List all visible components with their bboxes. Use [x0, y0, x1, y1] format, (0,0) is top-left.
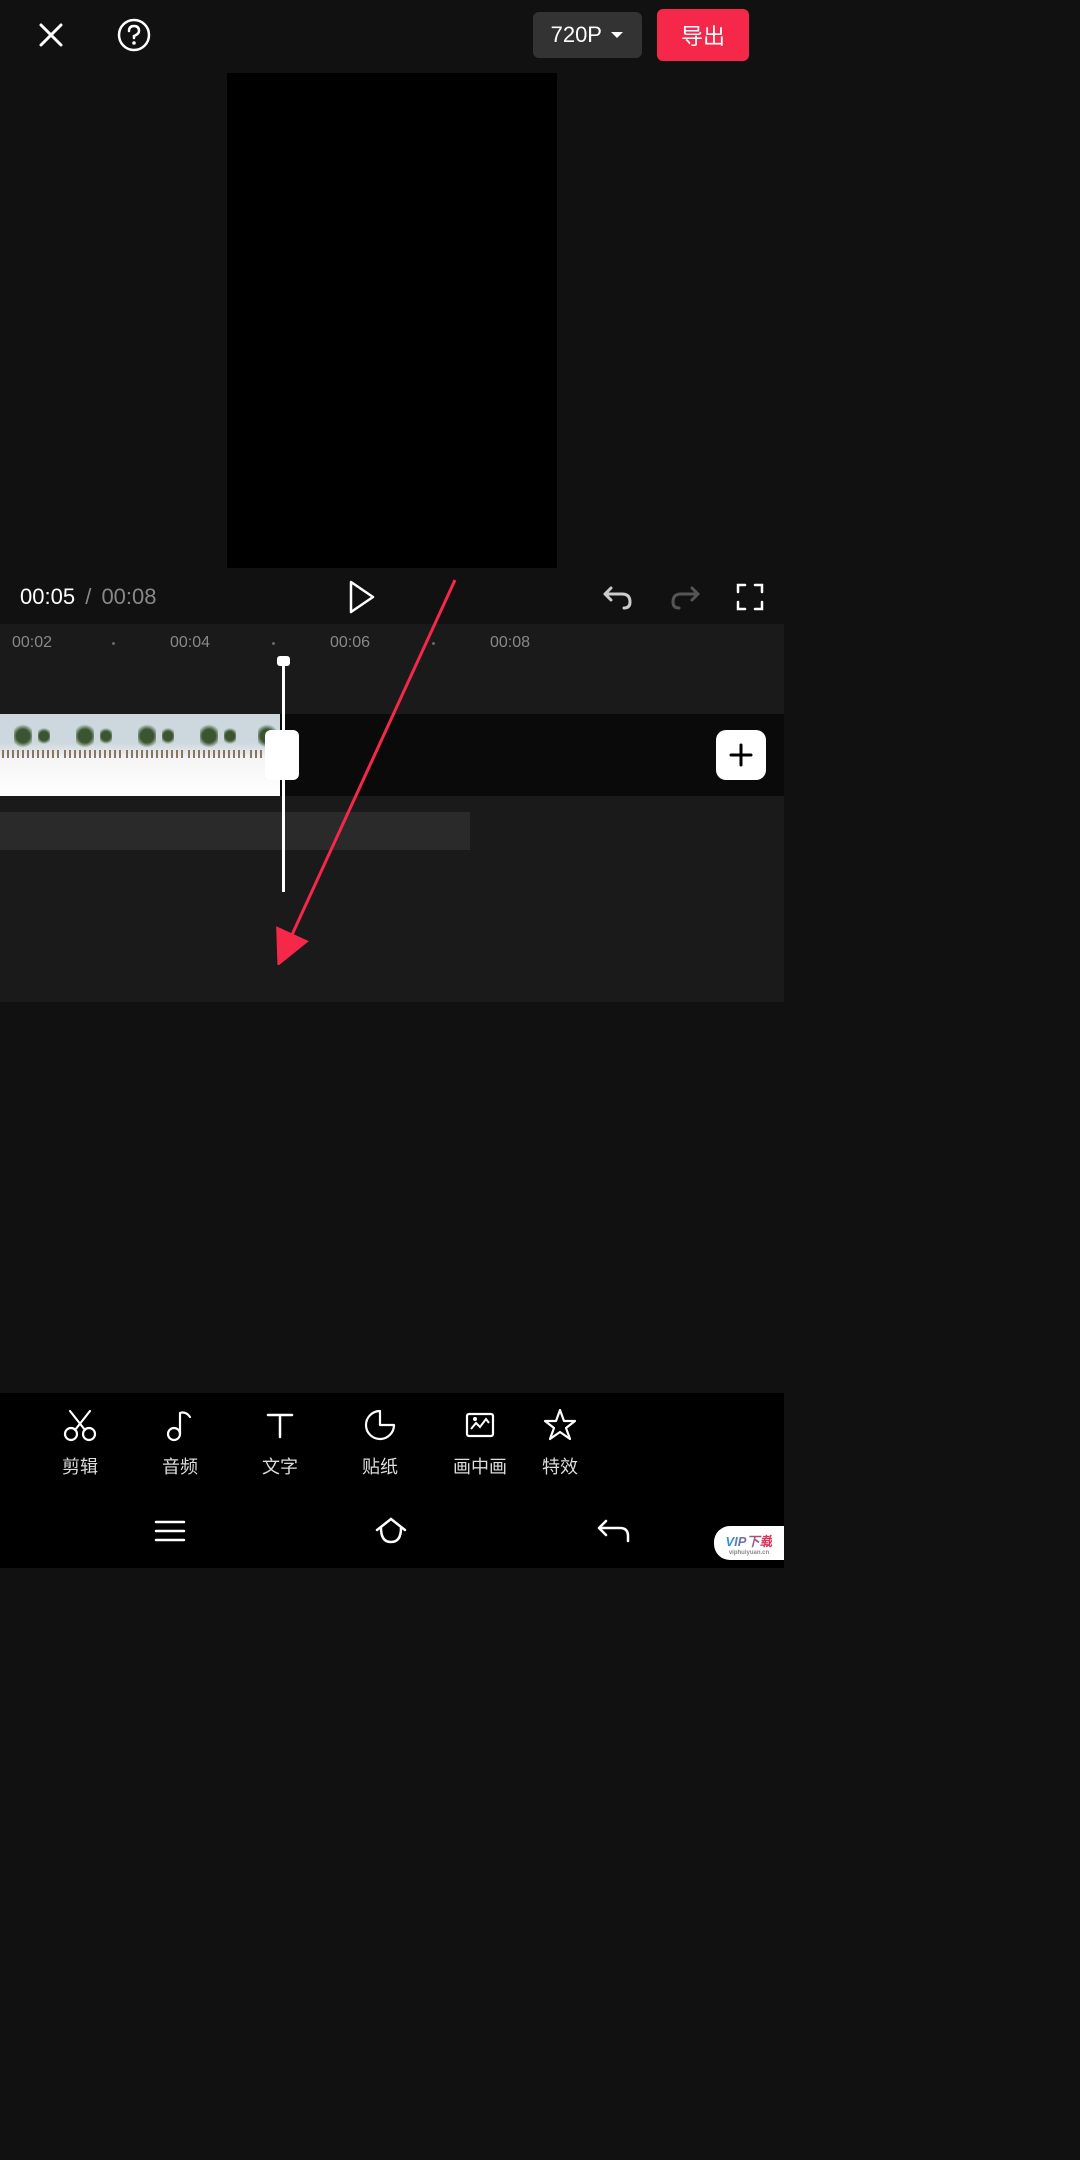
close-icon	[35, 19, 67, 51]
ruler-dot	[272, 642, 275, 645]
star-icon	[542, 1407, 578, 1443]
tool-label: 画中画	[453, 1453, 507, 1479]
nav-menu-button[interactable]	[154, 1519, 186, 1543]
tool-label: 贴纸	[362, 1453, 398, 1479]
empty-track-space	[280, 714, 784, 796]
tool-edit[interactable]: 剪辑	[30, 1407, 130, 1479]
back-icon	[596, 1517, 630, 1545]
total-time: 00:08	[101, 584, 156, 609]
header-right: 720P 导出	[533, 9, 749, 61]
tool-pip[interactable]: 画中画	[430, 1407, 530, 1479]
fullscreen-button[interactable]	[736, 583, 764, 611]
tool-label: 音频	[162, 1453, 198, 1479]
play-button[interactable]	[347, 580, 377, 614]
redo-icon	[669, 582, 701, 612]
video-clip[interactable]	[0, 714, 280, 796]
ruler-mark: 00:06	[330, 634, 370, 652]
fullscreen-icon	[736, 583, 764, 611]
play-icon	[347, 580, 377, 614]
watermark-brand: VIP下载	[726, 1531, 773, 1550]
resolution-label: 720P	[551, 22, 602, 48]
tool-sticker[interactable]: 贴纸	[330, 1407, 430, 1479]
audio-track[interactable]	[0, 812, 470, 850]
ruler-mark: 00:08	[490, 634, 530, 652]
video-preview-frame[interactable]	[227, 73, 557, 568]
resolution-selector[interactable]: 720P	[533, 12, 642, 58]
help-button[interactable]	[117, 18, 151, 52]
toolbar: 剪辑 音频 文字 贴纸 画中画 特效	[0, 1393, 784, 1493]
export-label: 导出	[681, 24, 725, 49]
add-clip-button[interactable]	[716, 730, 766, 780]
tool-effects[interactable]: 特效	[530, 1407, 590, 1479]
export-button[interactable]: 导出	[657, 9, 749, 61]
playback-controls: 00:05 / 00:08	[0, 570, 784, 624]
video-track[interactable]	[0, 714, 784, 796]
playhead[interactable]	[282, 662, 285, 892]
close-button[interactable]	[35, 19, 67, 51]
time-display: 00:05 / 00:08	[20, 584, 157, 610]
redo-button[interactable]	[669, 582, 701, 612]
plus-icon	[728, 742, 754, 768]
nav-back-button[interactable]	[596, 1517, 630, 1545]
ruler-mark: 00:04	[170, 634, 210, 652]
music-icon	[162, 1407, 198, 1443]
ruler-mark: 00:02	[12, 634, 52, 652]
playback-controls-right	[602, 582, 764, 612]
timeline-area[interactable]	[0, 662, 784, 1002]
header-bar: 720P 导出	[0, 0, 784, 70]
home-icon	[373, 1516, 409, 1546]
scissors-icon	[62, 1407, 98, 1443]
current-time: 00:05	[20, 584, 75, 609]
ruler-dot	[432, 642, 435, 645]
pip-icon	[462, 1407, 498, 1443]
watermark-site: viphuiyuan.cn	[729, 1550, 769, 1556]
chevron-down-icon	[610, 30, 624, 40]
undo-button[interactable]	[602, 582, 634, 612]
sticker-icon	[362, 1407, 398, 1443]
header-left	[35, 18, 151, 52]
time-separator: /	[85, 584, 91, 609]
help-icon	[117, 18, 151, 52]
watermark: VIP下载 viphuiyuan.cn	[714, 1526, 784, 1560]
menu-icon	[154, 1519, 186, 1543]
tool-text[interactable]: 文字	[230, 1407, 330, 1479]
tool-audio[interactable]: 音频	[130, 1407, 230, 1479]
nav-home-button[interactable]	[373, 1516, 409, 1546]
video-preview-area	[0, 70, 784, 570]
tool-label: 特效	[542, 1453, 578, 1479]
system-nav-bar	[0, 1493, 784, 1568]
timeline-ruler[interactable]: 00:02 00:04 00:06 00:08	[0, 624, 784, 662]
ruler-dot	[112, 642, 115, 645]
undo-icon	[602, 582, 634, 612]
tool-label: 剪辑	[62, 1453, 98, 1479]
tool-label: 文字	[262, 1453, 298, 1479]
text-icon	[262, 1407, 298, 1443]
